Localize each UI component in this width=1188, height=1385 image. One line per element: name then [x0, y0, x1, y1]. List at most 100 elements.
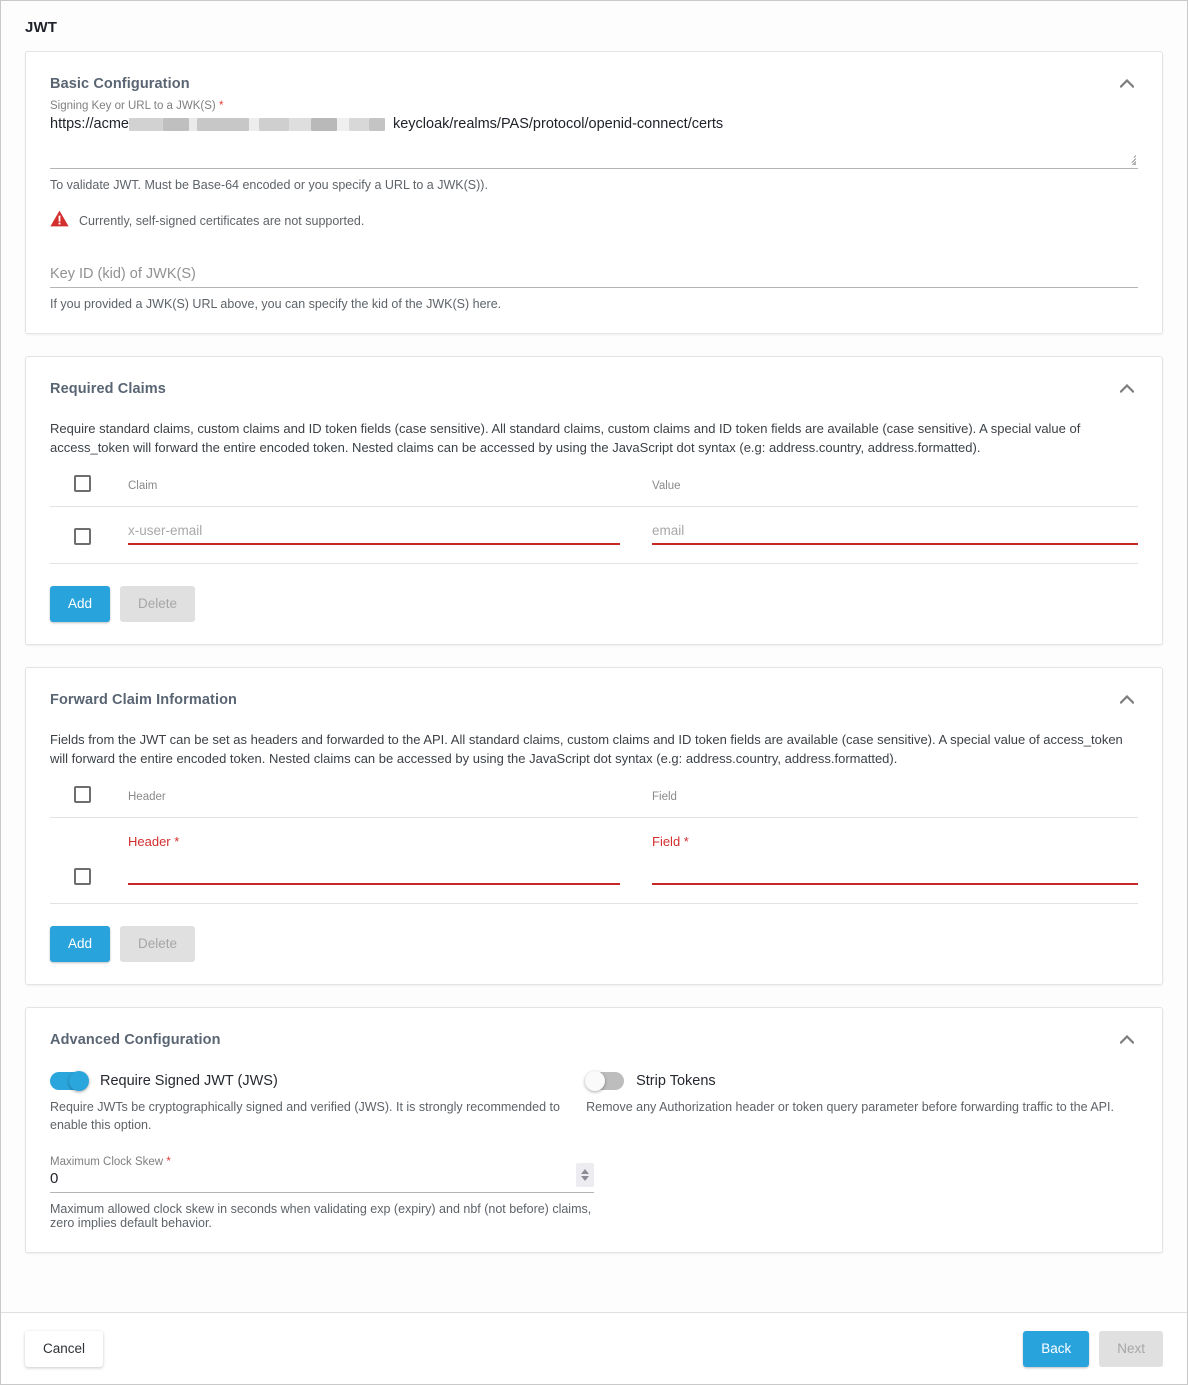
advanced-toggles-grid: Require Signed JWT (JWS) Require JWTs be…	[50, 1071, 1138, 1134]
card-title-advanced: Advanced Configuration	[50, 1032, 221, 1048]
forward-claims-table: Header Field Header * Field *	[50, 786, 1138, 904]
card-title-required-claims: Required Claims	[50, 381, 166, 397]
delete-forward-claim-button: Delete	[120, 926, 196, 962]
warning-triangle-icon	[50, 210, 69, 232]
cancel-button[interactable]: Cancel	[25, 1330, 104, 1367]
number-spinner-icon[interactable]	[576, 1163, 594, 1187]
header-input-label: Header *	[128, 834, 180, 849]
clock-skew-wrap: Maximum Clock Skew * 0	[50, 1156, 594, 1193]
table-row: Header * Field *	[50, 817, 1138, 904]
clock-skew-required-marker: *	[166, 1156, 171, 1168]
row-checkbox[interactable]	[74, 528, 91, 545]
column-header-field: Field	[652, 786, 1138, 818]
card-forward-claim-information: Forward Claim Information Fields from th…	[25, 667, 1163, 985]
redacted-segment	[348, 117, 369, 131]
signing-key-textarea[interactable]: https://acme keycloak/realms/PAS/protocol…	[50, 114, 1138, 169]
spacer-cell	[620, 506, 652, 564]
clock-skew-helper: Maximum allowed clock skew in seconds wh…	[50, 1202, 592, 1230]
spacer-cell	[620, 786, 652, 818]
strip-tokens-label: Strip Tokens	[636, 1073, 716, 1089]
card-required-claims: Required Claims Require standard claims,…	[25, 356, 1163, 645]
spacer-cell	[620, 475, 652, 507]
signing-key-label-text: Signing Key or URL to a JWK(S)	[50, 100, 216, 112]
next-button: Next	[1099, 1330, 1163, 1367]
self-signed-warning: Currently, self-signed certificates are …	[50, 210, 1138, 232]
field-input[interactable]	[652, 863, 1138, 885]
field-input-wrap[interactable]: Field *	[652, 834, 1138, 885]
page-title: JWT	[25, 19, 57, 36]
self-signed-warning-text: Currently, self-signed certificates are …	[79, 214, 365, 228]
clock-skew-label-text: Maximum Clock Skew	[50, 1156, 164, 1168]
value-cell: email	[652, 506, 1138, 564]
redacted-segment	[368, 117, 385, 131]
redacted-segment	[336, 117, 349, 131]
chevron-up-icon[interactable]	[1116, 1030, 1138, 1048]
card-basic-configuration: Basic Configuration Signing Key or URL t…	[25, 51, 1163, 334]
card-title-basic: Basic Configuration	[50, 76, 190, 92]
chevron-up-icon[interactable]	[1116, 690, 1138, 708]
jwt-config-screen: JWT Basic Configuration Signing Key or U…	[0, 0, 1188, 1385]
redacted-segment	[162, 117, 189, 131]
require-signed-label: Require Signed JWT (JWS)	[100, 1073, 278, 1089]
card-title-forward-claims: Forward Claim Information	[50, 692, 237, 708]
table-row: x-user-email email	[50, 506, 1138, 564]
header-input[interactable]	[128, 863, 620, 885]
footer-bar: Cancel Back Next	[1, 1312, 1187, 1384]
row-checkbox[interactable]	[74, 868, 91, 885]
redacted-segment	[248, 117, 259, 131]
field-input-label: Field *	[652, 834, 689, 849]
strip-tokens-toggle[interactable]	[585, 1071, 625, 1091]
strip-tokens-toggle-row: Strip Tokens	[585, 1071, 1138, 1091]
signing-key-value-prefix: https://acme	[50, 116, 129, 132]
require-signed-description: Require JWTs be cryptographically signed…	[50, 1100, 560, 1132]
claim-input-placeholder: x-user-email	[128, 523, 203, 538]
spinner-up-arrow[interactable]	[581, 1169, 589, 1174]
spinner-down-arrow[interactable]	[581, 1176, 589, 1181]
select-all-checkbox[interactable]	[74, 786, 91, 803]
chevron-up-icon[interactable]	[1116, 74, 1138, 92]
table-header-row: Header Field	[50, 786, 1138, 818]
signing-key-value: https://acme keycloak/realms/PAS/protocol…	[50, 114, 1138, 134]
signing-key-helper: To validate JWT. Must be Base-64 encoded…	[50, 178, 488, 192]
clock-skew-input[interactable]: 0	[50, 1170, 594, 1193]
redacted-segment	[188, 117, 197, 131]
column-header-header: Header	[128, 786, 620, 818]
redacted-segment	[258, 117, 289, 131]
row-select-cell	[50, 506, 128, 564]
card-header-required-claims: Required Claims	[50, 357, 1138, 405]
row-select-cell	[50, 817, 128, 904]
redacted-segment	[128, 117, 163, 131]
column-header-claim: Claim	[128, 475, 620, 507]
header-cell: Header *	[128, 817, 620, 904]
resize-grip-icon[interactable]	[1123, 152, 1136, 165]
value-input-placeholder: email	[652, 523, 685, 538]
select-all-cell	[50, 475, 128, 507]
strip-tokens-description: Remove any Authorization header or token…	[586, 1100, 1114, 1114]
add-forward-claim-button[interactable]: Add	[50, 926, 111, 962]
require-signed-column: Require Signed JWT (JWS) Require JWTs be…	[50, 1071, 586, 1134]
field-cell: Field *	[652, 817, 1138, 904]
signing-key-value-suffix: keycloak/realms/PAS/protocol/openid-conn…	[392, 116, 724, 132]
forward-claims-actions: Add Delete	[50, 926, 1138, 962]
kid-input-placeholder: Key ID (kid) of JWK(S)	[50, 266, 196, 282]
back-button[interactable]: Back	[1023, 1330, 1090, 1367]
header-input-wrap[interactable]: Header *	[128, 834, 620, 885]
value-input[interactable]: email	[652, 523, 1138, 545]
toggle-knob	[585, 1071, 606, 1091]
delete-claim-button: Delete	[120, 586, 196, 622]
claim-input[interactable]: x-user-email	[128, 523, 620, 545]
add-claim-button[interactable]: Add	[50, 586, 111, 622]
card-header-forward-claims: Forward Claim Information	[50, 668, 1138, 716]
card-header-advanced: Advanced Configuration	[50, 1008, 1138, 1056]
redacted-segment	[310, 117, 337, 131]
redacted-segment	[196, 117, 249, 131]
signing-key-required-marker: *	[218, 100, 224, 112]
card-advanced-configuration: Advanced Configuration Require Signed JW…	[25, 1007, 1163, 1253]
spacer-cell	[620, 817, 652, 904]
require-signed-toggle[interactable]	[50, 1071, 89, 1091]
select-all-checkbox[interactable]	[74, 475, 91, 492]
footer-right-actions: Back Next	[1023, 1330, 1163, 1367]
chevron-up-icon[interactable]	[1116, 379, 1138, 397]
required-claims-table: Claim Value x-user-email email	[50, 475, 1138, 564]
kid-input[interactable]: Key ID (kid) of JWK(S)	[50, 266, 1138, 288]
